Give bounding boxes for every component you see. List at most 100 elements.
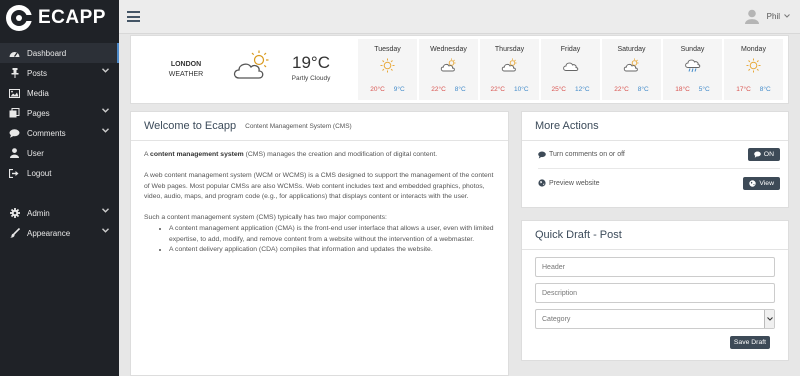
header-input[interactable]: Header	[535, 257, 775, 277]
welcome-panel: Welcome to Ecapp Content Management Syst…	[130, 111, 509, 376]
comment-icon	[753, 151, 761, 158]
sidebar-item-comments[interactable]: Comments	[0, 123, 119, 143]
chevron-down-icon[interactable]	[102, 228, 109, 235]
logo-icon	[6, 4, 34, 31]
welcome-subtitle: Content Management System (CMS)	[245, 122, 352, 130]
forecast-day: Tuesday 20°C 9°C	[358, 39, 417, 100]
logout-icon	[9, 168, 20, 178]
forecast-low: 8°C	[759, 86, 771, 93]
sidebar: ECAPP Dashboard Posts Media Pages Commen…	[0, 0, 119, 376]
category-select[interactable]: Category	[535, 309, 775, 329]
pin-icon	[9, 68, 20, 78]
top-bar: Phil	[119, 0, 800, 34]
sun-icon	[745, 58, 762, 73]
sidebar-item-label: User	[27, 148, 44, 158]
sidebar-item-media[interactable]: Media	[0, 83, 119, 103]
app-logo[interactable]: ECAPP	[0, 0, 119, 35]
comment-icon	[538, 151, 546, 159]
sidebar-item-label: Posts	[27, 68, 48, 78]
chevron-down-icon[interactable]	[102, 208, 109, 215]
current-condition: Partly Cloudy	[291, 75, 331, 82]
pages-icon	[9, 108, 20, 118]
forecast-low: 12°C	[575, 86, 590, 93]
forecast-high: 25°C	[551, 86, 566, 93]
forecast-high: 22°C	[614, 86, 629, 93]
forecast-day-name: Saturday	[617, 46, 646, 53]
chevron-down-icon[interactable]	[102, 128, 109, 135]
brush-icon	[9, 228, 20, 238]
weather-location: LONDON WEATHER	[166, 60, 206, 80]
rain-icon	[684, 58, 701, 73]
menu-toggle-icon[interactable]	[127, 11, 140, 22]
forecast-low: 8°C	[454, 86, 466, 93]
sidebar-item-logout[interactable]: Logout	[0, 163, 119, 183]
gear-icon	[9, 208, 20, 218]
sidebar-item-label: Comments	[27, 128, 66, 138]
forecast-day-name: Sunday	[680, 46, 705, 53]
dashboard-icon	[9, 48, 20, 58]
forecast-low: 5°C	[698, 86, 710, 93]
chevron-down-icon[interactable]	[102, 108, 109, 115]
cloud-icon	[562, 58, 579, 73]
weather-city: LONDON	[170, 61, 202, 68]
forecast-low: 8°C	[637, 86, 649, 93]
sidebar-item-label: Pages	[27, 108, 50, 118]
forecast-low: 9°C	[393, 86, 405, 93]
comments-toggle-button[interactable]: ON	[747, 148, 780, 161]
sidebar-nav: Dashboard Posts Media Pages Comments Use…	[0, 43, 119, 243]
sidebar-item-user[interactable]: User	[0, 143, 119, 163]
welcome-paragraph: A content management system (CMS) manage…	[144, 151, 438, 158]
forecast-high: 17°C	[736, 86, 751, 93]
forecast-low: 10°C	[514, 86, 529, 93]
forecast-high: 22°C	[431, 86, 446, 93]
forecast-day-name: Friday	[560, 46, 581, 53]
quick-draft-panel: Quick Draft - Post Header Description Ca…	[521, 220, 789, 361]
more-actions-title: More Actions	[522, 112, 788, 141]
forecast-day: Monday 17°C 8°C	[724, 39, 783, 100]
partly-cloudy-icon	[440, 58, 457, 73]
list-item: A content delivery application (CDA) com…	[169, 245, 495, 256]
chevron-down-icon[interactable]	[102, 68, 109, 75]
forecast-day-name: Tuesday	[374, 46, 401, 53]
list-item: A content management application (CMA) i…	[169, 224, 495, 245]
globe-icon	[538, 179, 546, 187]
weather-label: WEATHER	[168, 71, 204, 78]
user-icon	[9, 148, 20, 158]
sidebar-item-dashboard[interactable]: Dashboard	[0, 43, 119, 63]
forecast-day: Thursday 22°C 10°C	[480, 39, 539, 100]
welcome-paragraph: A web content management system (WCM or …	[144, 172, 494, 201]
category-select-value: Category	[542, 315, 571, 323]
forecast: Tuesday 20°C 9°C Wednesday 22°C 8°C Thursd…	[358, 39, 785, 100]
save-draft-button[interactable]: Save Draft	[729, 336, 770, 349]
action-label: Turn comments on or off	[549, 151, 625, 158]
app-name: ECAPP	[38, 6, 106, 28]
forecast-day: Friday 25°C 12°C	[541, 39, 600, 100]
forecast-high: 20°C	[370, 86, 385, 93]
forecast-day-name: Monday	[741, 46, 766, 53]
more-actions-panel: More Actions Turn comments on or off ON …	[521, 111, 789, 208]
user-menu[interactable]: Phil	[744, 9, 790, 24]
welcome-body: A content management system (CMS) manage…	[131, 141, 508, 265]
forecast-high: 18°C	[675, 86, 690, 93]
chevron-down-icon[interactable]	[764, 310, 774, 328]
partly-cloudy-icon	[623, 58, 640, 73]
description-input[interactable]: Description	[535, 283, 775, 303]
forecast-day-name: Thursday	[494, 46, 525, 53]
user-name[interactable]: Phil	[767, 12, 780, 21]
preview-view-button[interactable]: View	[743, 176, 780, 190]
sidebar-item-admin[interactable]: Admin	[0, 203, 119, 223]
sidebar-item-label: Logout	[27, 168, 52, 178]
forecast-day: Saturday 22°C 8°C	[602, 39, 661, 100]
forecast-day-name: Wednesday	[430, 46, 467, 53]
chevron-down-icon[interactable]	[784, 13, 790, 20]
sidebar-item-pages[interactable]: Pages	[0, 103, 119, 123]
avatar[interactable]	[744, 9, 759, 24]
welcome-header: Welcome to Ecapp Content Management Syst…	[131, 112, 508, 141]
sidebar-item-label: Dashboard	[27, 48, 67, 58]
sidebar-item-posts[interactable]: Posts	[0, 63, 119, 83]
partly-cloudy-icon	[232, 49, 272, 81]
sidebar-item-appearance[interactable]: Appearance	[0, 223, 119, 243]
action-row-comments: Turn comments on or off ON	[538, 141, 780, 169]
sidebar-item-label: Appearance	[27, 228, 71, 238]
sidebar-item-label: Media	[27, 88, 49, 98]
